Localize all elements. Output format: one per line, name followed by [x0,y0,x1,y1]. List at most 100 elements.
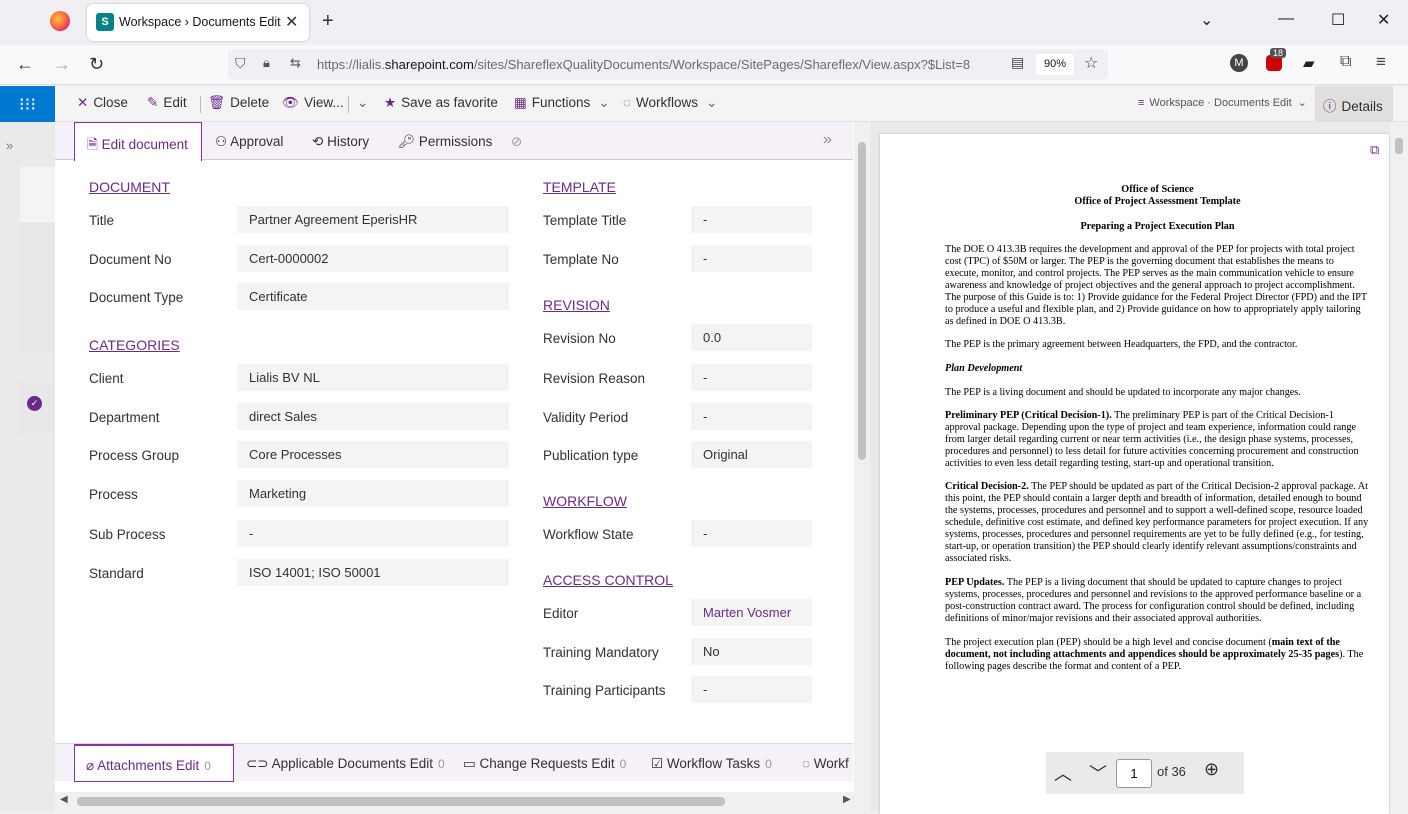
revision-no-label: Revision No [543,331,616,346]
page-number-input[interactable]: 1 [1116,759,1152,788]
functions-menu[interactable]: ▦ Functions ⌄ [514,95,610,111]
tab-change-requests-edit[interactable]: ▭ Change Requests Edit 0 [463,744,626,782]
close-button[interactable]: ✕ Close [77,95,128,111]
department-field[interactable]: direct Sales [237,403,509,430]
tab-edit-document[interactable]: 🗎 Edit document [74,122,202,161]
hidden-eye-icon[interactable]: ⊘ [511,122,522,160]
page-total: of 36 [1157,764,1186,779]
template-no-field[interactable]: - [691,245,812,272]
firefox-icon[interactable] [50,11,70,31]
reload-icon[interactable]: ↻ [89,54,104,75]
revision-no-field[interactable]: 0.0 [691,324,812,351]
url-text[interactable]: https://lialis.sharepoint.com/sites/Shar… [317,57,1007,72]
view-button[interactable]: 👁︎ View... [282,95,344,111]
standard-field[interactable]: ISO 14001; ISO 50001 [237,559,509,586]
details-button[interactable]: ⓘ Details [1315,86,1393,122]
doc-paragraph: The project execution plan (PEP) should … [945,637,1364,672]
paperclip-icon: ⌀ [86,758,95,773]
title-field[interactable]: Partner Agreement EperisHR [237,206,509,233]
collapse-panel-icon[interactable]: » [823,122,832,160]
back-icon[interactable]: ← [16,54,34,75]
scroll-right-icon[interactable]: ▶ [843,794,851,805]
tab-applicable-documents-edit[interactable]: ⊂⊃ Applicable Documents Edit 0 [246,744,445,782]
popout-icon[interactable]: ⧉ [1370,142,1379,158]
validity-period-field[interactable]: - [691,403,812,430]
tab-attachments-edit[interactable]: ⌀ Attachments Edit 0 [74,744,234,782]
chevron-down-icon: ⌄ [598,95,610,110]
edit-button[interactable]: ✎ Edit [147,95,187,111]
publication-type-label: Publication type [543,448,639,463]
form-vertical-scrollbar[interactable] [854,122,870,792]
close-icon[interactable]: ✕ [285,12,298,32]
tab-workflows-truncated[interactable]: ◌ Workf [802,744,849,782]
browser-tab[interactable]: S Workspace › Documents Edit ✕ [87,4,309,41]
document-preview-pane: ⧉ Office of Science Office of Project As… [870,122,1408,814]
tab-approval[interactable]: ⚇ Approval [215,122,283,160]
account-avatar[interactable]: M [1230,54,1248,72]
bookmark-star-icon[interactable]: ☆ [1084,53,1098,73]
training-participants-field[interactable]: - [691,676,812,703]
scrollbar-thumb[interactable] [1395,138,1403,154]
tab-list-icon[interactable]: ⌄ [1200,10,1213,30]
publication-type-field[interactable]: Original [691,441,812,468]
training-mandatory-field[interactable]: No [691,638,812,665]
shield-icon[interactable]: ⛉ [235,55,246,72]
preview-vertical-scrollbar[interactable] [1390,122,1408,811]
app-launcher-icon[interactable]: ⁝⁝⁝ [0,86,55,122]
zoom-level[interactable]: 90% [1036,54,1074,75]
puzzle-extensions-icon[interactable]: ⧉ [1340,53,1351,71]
delete-button[interactable]: 🗑︎ Delete [208,95,269,111]
doc-paragraph: The PEP is a living document and should … [945,387,1301,398]
expand-icon[interactable]: » [6,138,13,153]
zoom-in-icon[interactable]: ⊕ [1204,759,1219,780]
section-document: DOCUMENT [89,179,170,195]
process-field[interactable]: Marketing [237,480,509,507]
revision-reason-field[interactable]: - [691,364,812,391]
template-title-field[interactable]: - [691,206,812,233]
revision-reason-label: Revision Reason [543,371,646,386]
client-field[interactable]: Lialis BV NL [237,364,509,391]
new-tab-icon[interactable]: + [322,10,334,33]
tab-workflow-tasks[interactable]: ☑ Workflow Tasks 0 [651,744,772,782]
tab-history[interactable]: ⟲ History [312,122,369,160]
page-navigator: ︿ ﹀ 1 of 36 ⊕ [1046,752,1244,794]
maximize-icon[interactable]: ☐ [1331,10,1345,30]
workflows-menu[interactable]: ◌ Workflows ⌄ [623,95,717,111]
checkbox-icon: ☑ [651,756,664,771]
workflow-icon: ◌ [802,756,811,771]
process-group-field[interactable]: Core Processes [237,441,509,468]
reader-view-icon[interactable]: ▤ [1011,54,1024,71]
lock-icon[interactable]: 🔒︎ [263,55,270,71]
document-type-field[interactable]: Certificate [237,283,509,310]
form-tabs: 🗎 Edit document ⚇ Approval ⟲ History 🔑︎ … [55,122,853,161]
breadcrumb[interactable]: ≡ Workspace · Documents Edit ⌄ [1138,96,1307,109]
prev-page-icon[interactable]: ︿ [1054,760,1072,786]
tab-permissions[interactable]: 🔑︎ Permissions [398,122,492,160]
document-no-label: Document No [89,252,172,267]
extension-icon[interactable]: ▰ [1303,54,1315,72]
window-close-icon[interactable]: ✕ [1377,10,1390,30]
lines-icon: ≡ [1138,97,1145,109]
save-favorite-button[interactable]: ★ Save as favorite [384,95,498,111]
command-bar: ⁝⁝⁝ ✕ Close ✎ Edit 🗑︎ Delete 👁︎ View... ⌄ ★ S… [0,86,1408,122]
minimize-icon[interactable]: — [1278,10,1294,28]
forward-icon[interactable]: → [53,54,71,75]
divider [348,96,349,113]
horizontal-scrollbar[interactable]: ◀ ▶ [55,792,870,811]
permissions-icon[interactable]: ⇆ [290,55,301,71]
scrollbar-thumb[interactable] [77,797,725,806]
chevron-down-icon[interactable]: ⌄ [357,95,368,111]
scrollbar-thumb[interactable] [858,142,866,460]
document-no-field[interactable]: Cert-0000002 [237,245,509,272]
validity-period-label: Validity Period [543,410,629,425]
scroll-left-icon[interactable]: ◀ [60,794,68,805]
address-bar[interactable]: ⛉ 🔒︎ ⇆ https://lialis.sharepoint.com/sit… [228,49,1108,80]
department-label: Department [89,410,160,425]
menu-icon[interactable]: ≡ [1376,52,1386,72]
x-icon: ✕ [77,95,89,110]
key-icon: 🔑︎ [398,134,416,149]
workflow-state-field[interactable]: - [691,520,812,547]
next-page-icon[interactable]: ﹀ [1089,760,1107,786]
editor-field[interactable]: Marten Vosmer [691,599,812,626]
sub-process-field[interactable]: - [237,520,509,547]
